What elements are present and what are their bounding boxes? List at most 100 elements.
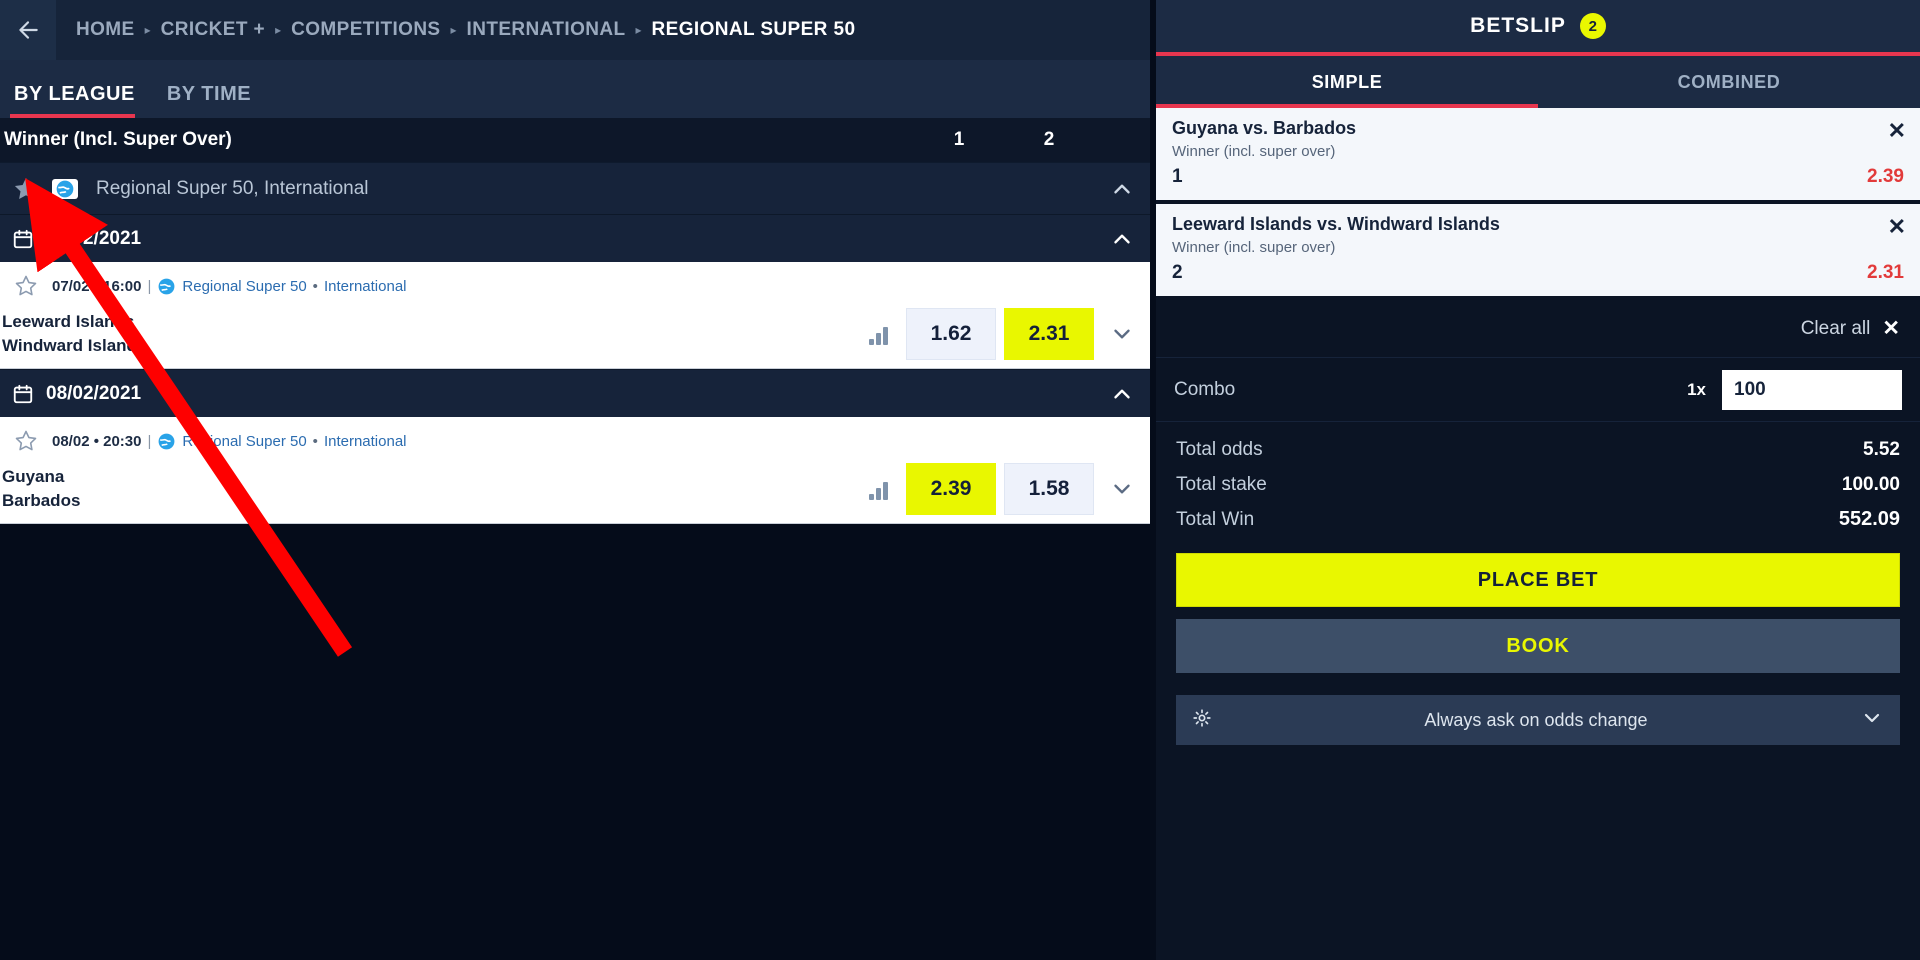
total-odds-row: Total odds 5.52	[1176, 432, 1900, 467]
arrow-left-icon	[19, 21, 38, 39]
odds-change-setting[interactable]: Always ask on odds change	[1176, 695, 1900, 745]
gear-icon	[1192, 708, 1212, 733]
back-button[interactable]	[0, 0, 56, 60]
event-meta-row: 08/02 • 20:30 | Regional Super 50 • Inte…	[0, 417, 1150, 461]
event-favorite-button[interactable]	[0, 274, 52, 298]
clear-all-row[interactable]: Clear all ✕	[1156, 300, 1920, 358]
view-tabs: BY LEAGUE BY TIME	[0, 60, 1150, 118]
league-favorite-button[interactable]	[0, 175, 52, 203]
close-icon[interactable]: ✕	[1882, 316, 1900, 341]
bar-chart-icon[interactable]	[858, 478, 898, 500]
breadcrumb-item-cricket[interactable]: CRICKET +	[153, 19, 273, 41]
chevron-up-icon	[1114, 184, 1130, 193]
selection-match: Guyana vs. Barbados	[1172, 118, 1357, 138]
event-time: 07/02 • 16:00	[52, 277, 142, 295]
date-collapse-button-1[interactable]	[1094, 226, 1150, 252]
combo-multiplier: 1x	[1687, 379, 1706, 399]
event-expand-button[interactable]	[1094, 321, 1150, 347]
event-body: Leeward Islands Windward Islands 1.62 2.…	[0, 306, 1150, 368]
away-team: Barbados	[2, 491, 81, 510]
date-collapse-button-2[interactable]	[1094, 381, 1150, 407]
event-teams[interactable]: Leeward Islands Windward Islands	[0, 310, 858, 358]
event-favorite-button[interactable]	[0, 429, 52, 453]
tab-combined-label: COMBINED	[1677, 71, 1781, 92]
total-win-value: 552.09	[1838, 508, 1900, 530]
tab-by-league-label: BY LEAGUE	[14, 83, 135, 105]
odds-button-2[interactable]: 1.58	[1004, 463, 1094, 515]
odds-value-1: 2.39	[930, 477, 972, 500]
date-header-1[interactable]: 07/02/2021	[0, 214, 1150, 262]
tab-by-time[interactable]: BY TIME	[163, 83, 265, 118]
meta-dot: •	[312, 277, 318, 295]
selection-pick: 2	[1172, 262, 1183, 283]
betslip-count-badge: 2	[1579, 13, 1606, 39]
chevron-up-icon	[1114, 389, 1130, 398]
place-bet-button[interactable]: PLACE BET	[1176, 553, 1900, 607]
odds-button-1[interactable]: 2.39	[906, 463, 996, 515]
betslip-totals: Total odds 5.52 Total stake 100.00 Total…	[1156, 422, 1920, 541]
column-header-2: 2	[1043, 129, 1055, 150]
breadcrumb-separator: ▸	[635, 23, 642, 37]
chevron-down-icon	[1114, 484, 1130, 494]
date-label-1: 07/02/2021	[46, 227, 142, 249]
tab-by-league[interactable]: BY LEAGUE	[10, 83, 149, 118]
total-win-row: Total Win 552.09	[1176, 502, 1900, 537]
betslip-selections: Guyana vs. Barbados Winner (incl. super …	[1156, 108, 1920, 300]
remove-selection-button[interactable]: ✕	[1888, 216, 1906, 238]
event-expand-button[interactable]	[1094, 476, 1150, 502]
app-root: HOME ▸ CRICKET + ▸ COMPETITIONS ▸ INTERN…	[0, 0, 1920, 960]
tab-combined[interactable]: COMBINED	[1538, 56, 1920, 108]
event-time: 08/02 • 20:30	[52, 432, 142, 450]
event-teams[interactable]: Guyana Barbados	[0, 465, 858, 513]
star-outline-icon	[15, 275, 37, 296]
odds-change-label: Always ask on odds change	[1424, 709, 1648, 730]
total-win-label: Total Win	[1176, 508, 1255, 530]
breadcrumb-item-home[interactable]: HOME	[68, 19, 143, 41]
main-content: HOME ▸ CRICKET + ▸ COMPETITIONS ▸ INTERN…	[0, 0, 1150, 960]
betslip-selection: Guyana vs. Barbados Winner (incl. super …	[1156, 108, 1920, 200]
breadcrumb-item-competitions[interactable]: COMPETITIONS	[283, 19, 448, 41]
event-body: Guyana Barbados 2.39 1.58	[0, 461, 1150, 523]
selection-market: Winner (incl. super over)	[1172, 143, 1336, 160]
betslip-header: BETSLIP 2	[1156, 0, 1920, 56]
breadcrumb: HOME ▸ CRICKET + ▸ COMPETITIONS ▸ INTERN…	[0, 0, 1150, 60]
clear-all-label: Clear all	[1800, 317, 1871, 339]
tab-simple[interactable]: SIMPLE	[1156, 56, 1538, 108]
stake-input[interactable]	[1722, 369, 1902, 410]
breadcrumb-item-international[interactable]: INTERNATIONAL	[459, 19, 634, 41]
combo-label: Combo	[1174, 378, 1236, 400]
league-name: Regional Super 50, International	[96, 177, 369, 199]
breadcrumb-separator: ▸	[275, 23, 282, 37]
total-stake-value: 100.00	[1841, 473, 1900, 495]
event-category[interactable]: International	[324, 433, 407, 450]
event-meta-row: 07/02 • 16:00 | Regional Super 50 • Inte…	[0, 262, 1150, 306]
book-label: BOOK	[1506, 634, 1570, 657]
selection-odds: 2.31	[1867, 262, 1904, 283]
event-league[interactable]: Regional Super 50	[182, 278, 306, 295]
event-league[interactable]: Regional Super 50	[182, 433, 306, 450]
event-category[interactable]: International	[324, 278, 407, 295]
event-meta: 08/02 • 20:30 | Regional Super 50 • Inte…	[52, 432, 407, 451]
odds-button-1[interactable]: 1.62	[906, 308, 996, 360]
odds-button-2[interactable]: 2.31	[1004, 308, 1094, 360]
chevron-down-icon[interactable]	[1860, 706, 1884, 735]
selection-bottom: 1 2.39	[1172, 166, 1904, 188]
breadcrumb-item-current: REGIONAL SUPER 50	[651, 19, 856, 40]
book-button[interactable]: BOOK	[1176, 619, 1900, 673]
date-header-2[interactable]: 08/02/2021	[0, 369, 1150, 417]
place-bet-label: PLACE BET	[1477, 568, 1599, 591]
total-odds-label: Total odds	[1176, 438, 1263, 460]
league-collapse-button[interactable]	[1094, 176, 1150, 202]
league-row[interactable]: Regional Super 50, International	[0, 162, 1150, 214]
remove-selection-button[interactable]: ✕	[1888, 120, 1906, 142]
odds-value-2: 2.31	[1028, 322, 1070, 345]
selection-pick: 1	[1172, 166, 1183, 187]
selection-match: Leeward Islands vs. Windward Islands	[1172, 214, 1500, 234]
betslip-panel: BETSLIP 2 SIMPLE COMBINED Guyana vs. Bar…	[1150, 0, 1920, 960]
betslip-selection: Leeward Islands vs. Windward Islands Win…	[1156, 204, 1920, 296]
globe-icon	[157, 277, 176, 296]
selection-odds: 2.39	[1867, 166, 1904, 187]
bar-chart-icon[interactable]	[858, 323, 898, 345]
chevron-up-icon	[1114, 234, 1130, 243]
betslip-actions: PLACE BET BOOK	[1156, 541, 1920, 673]
